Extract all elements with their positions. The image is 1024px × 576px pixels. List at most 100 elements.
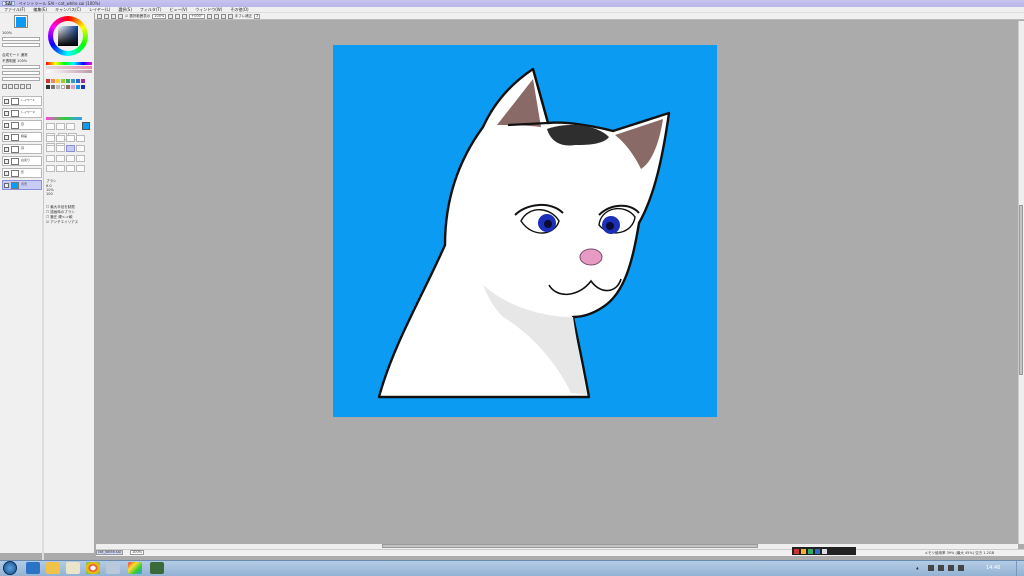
scratch-pad[interactable] [46, 117, 82, 120]
color-wheel[interactable] [48, 16, 88, 56]
canvas-file-tab[interactable]: cat_white.sai [96, 550, 123, 555]
saturation-value-square[interactable] [58, 26, 78, 46]
invert-selection-icon[interactable] [118, 13, 123, 19]
redo-icon[interactable] [104, 13, 109, 19]
volume-icon[interactable] [948, 565, 954, 571]
zoom-reset-icon[interactable] [182, 13, 188, 19]
layer-item-selected[interactable]: 背景 [2, 180, 42, 190]
eraser-tool-icon[interactable] [56, 145, 65, 152]
network-app-icon[interactable] [106, 562, 120, 574]
marker-tool-icon[interactable] [46, 145, 55, 152]
zoom-select[interactable]: 100% [152, 13, 167, 19]
copy-layer-icon[interactable] [14, 84, 19, 89]
rotate-slider[interactable] [2, 43, 40, 47]
network-icon[interactable] [938, 565, 944, 571]
color-swatch[interactable] [81, 85, 85, 89]
action-center-icon[interactable] [928, 565, 934, 571]
zoom-tool-icon[interactable] [56, 123, 65, 130]
rotate-tool-icon[interactable] [66, 123, 75, 130]
visibility-icon[interactable] [4, 99, 9, 104]
density-value[interactable]: 100 [46, 192, 56, 196]
color-swatch[interactable] [66, 79, 70, 83]
menu-window[interactable]: ウィンドウ(W) [191, 7, 226, 13]
drawing-canvas[interactable] [333, 45, 717, 417]
visibility-icon[interactable] [4, 135, 9, 140]
color-swatch[interactable] [46, 79, 50, 83]
layer-item[interactable]: 目 [2, 120, 42, 130]
menu-layer[interactable]: レイヤー(L) [85, 7, 114, 13]
file-explorer-icon[interactable] [46, 562, 60, 574]
rotate-reset-icon[interactable] [220, 13, 226, 19]
visibility-icon[interactable] [4, 111, 9, 116]
protect-opacity-checkbox[interactable] [2, 71, 40, 75]
vertical-scroll-thumb[interactable] [1019, 205, 1023, 375]
internet-explorer-icon[interactable] [26, 562, 40, 574]
canvas-area[interactable] [96, 21, 1018, 544]
visibility-icon[interactable] [4, 159, 9, 164]
color-swatch[interactable] [51, 79, 55, 83]
move-tool-icon[interactable] [46, 123, 55, 130]
color-swatch[interactable] [81, 79, 85, 83]
tray-app-icon[interactable] [808, 548, 813, 554]
deselect-icon[interactable] [111, 13, 116, 19]
visibility-icon[interactable] [4, 183, 9, 188]
photo-app-icon[interactable] [150, 562, 164, 574]
layer-item[interactable]: 白塗り [2, 156, 42, 166]
visibility-icon[interactable] [4, 123, 9, 128]
canvas-zoom-tab[interactable]: 100% [130, 550, 145, 555]
navigator-thumbnail[interactable] [14, 15, 28, 28]
clipping-checkbox[interactable] [2, 77, 40, 81]
blur-tool-icon[interactable] [46, 155, 55, 162]
primary-color-icon[interactable] [82, 122, 90, 130]
merge-layer-icon[interactable] [20, 84, 25, 89]
layer-item[interactable]: 線画 [2, 132, 42, 142]
tray-app-icon[interactable] [794, 548, 799, 554]
clock[interactable]: 14:46 [986, 565, 1000, 571]
start-button[interactable] [3, 561, 17, 575]
bucket-tool-icon[interactable] [76, 145, 85, 152]
value-slider[interactable] [46, 70, 92, 73]
saturation-slider[interactable] [46, 66, 92, 69]
undo-icon[interactable] [97, 13, 102, 19]
color-swatch[interactable] [56, 79, 60, 83]
ime-icon[interactable] [958, 565, 964, 571]
new-layer-icon[interactable] [2, 84, 7, 89]
option-checkbox[interactable]: ☑ アンチエイリアス [46, 220, 78, 225]
tray-arrow-icon[interactable]: ▲ [916, 566, 919, 570]
crayon-tool-icon[interactable] [46, 165, 55, 172]
chrome-icon[interactable] [86, 562, 100, 574]
smudge-tool-icon[interactable] [56, 165, 65, 172]
paint-tool-sai-icon[interactable] [128, 562, 142, 574]
new-folder-icon[interactable] [8, 84, 13, 89]
rotate-right-icon[interactable] [213, 13, 219, 19]
navigator-zoom-value[interactable]: 100% [2, 31, 12, 35]
watercolor-tool-icon[interactable] [76, 135, 85, 142]
pen-tool-icon[interactable] [46, 135, 55, 142]
menu-other[interactable]: その他(O) [226, 7, 252, 13]
color-swatch[interactable] [51, 85, 55, 89]
color-swatch[interactable] [46, 85, 50, 89]
zoom-in-icon[interactable] [175, 13, 181, 19]
menu-file[interactable]: ファイル(F) [0, 7, 29, 13]
color-swatch[interactable] [61, 79, 65, 83]
tray-app-icon[interactable] [822, 548, 827, 554]
rotate-left-icon[interactable] [206, 13, 212, 19]
color-swatch[interactable] [61, 85, 65, 89]
airbrush-tool-icon[interactable] [56, 135, 65, 142]
media-player-icon[interactable] [66, 562, 80, 574]
color-swatch[interactable] [76, 85, 80, 89]
color-swatch[interactable] [71, 85, 75, 89]
menu-view[interactable]: ビュー(V) [165, 7, 191, 13]
color-swatch[interactable] [76, 79, 80, 83]
texture-brush-icon[interactable] [76, 165, 85, 172]
stabilizer-select[interactable]: 3 [254, 13, 261, 19]
menu-filter[interactable]: フィルタ(T) [136, 7, 165, 13]
rotation-select[interactable]: +000° [189, 13, 205, 19]
layer-item[interactable]: 影 [2, 168, 42, 178]
layer-item[interactable]: レイヤー2 [2, 108, 42, 118]
deselect-pen-tool-icon[interactable] [66, 155, 75, 162]
binary-pen-tool-icon[interactable] [66, 145, 75, 152]
color-swatch[interactable] [56, 85, 60, 89]
custom-brush-icon[interactable] [66, 165, 75, 172]
brush-tool-icon[interactable] [66, 135, 75, 142]
